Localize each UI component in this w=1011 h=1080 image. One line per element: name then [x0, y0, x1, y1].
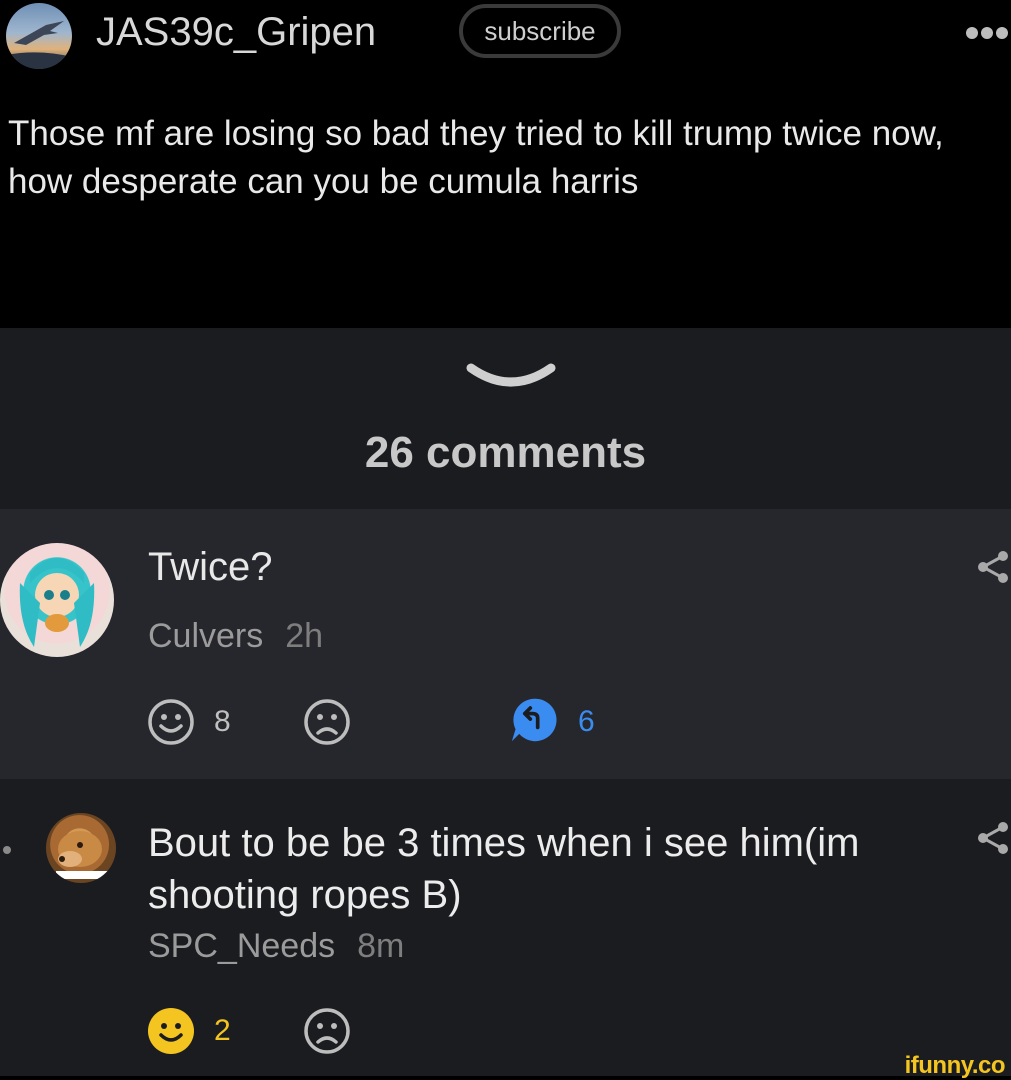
like-count: 2 [214, 1014, 231, 1047]
thread-dot [3, 846, 11, 854]
share-icon[interactable] [975, 820, 1011, 856]
comment-time: 2h [285, 617, 324, 655]
smile-icon[interactable] [147, 698, 195, 746]
post-author-avatar[interactable] [6, 3, 72, 69]
comment-meta: Culvers 2h [148, 617, 323, 656]
comment-time: 8m [357, 927, 405, 965]
comment-text: Bout to be be 3 times when i see him(im … [148, 821, 860, 917]
post-author-name[interactable]: JAS39c_Gripen [96, 10, 376, 55]
reply-icon[interactable] [510, 696, 558, 744]
post-text: Those mf are losing so bad they tried to… [8, 114, 944, 201]
comments-count: 26 comments [364, 428, 647, 477]
subscribe-button[interactable]: subscribe [459, 4, 621, 58]
comment-author[interactable]: SPC_Needs [148, 927, 335, 965]
smile-icon[interactable] [147, 1007, 195, 1055]
frown-icon[interactable] [303, 1007, 351, 1055]
share-icon[interactable] [975, 549, 1011, 585]
commenter-avatar[interactable] [0, 543, 114, 657]
commenter-avatar[interactable] [46, 813, 116, 883]
comment-text: Twice? [148, 545, 273, 589]
more-icon[interactable] [966, 26, 1011, 42]
reply-count[interactable]: 6 [578, 705, 595, 739]
comments-header [0, 328, 1011, 509]
comment-author[interactable]: Culvers [148, 617, 263, 655]
like-count: 8 [214, 705, 231, 738]
chevron-down-icon[interactable] [465, 360, 557, 390]
frown-icon[interactable] [303, 698, 351, 746]
comment-meta: SPC_Needs 8m [148, 927, 404, 966]
